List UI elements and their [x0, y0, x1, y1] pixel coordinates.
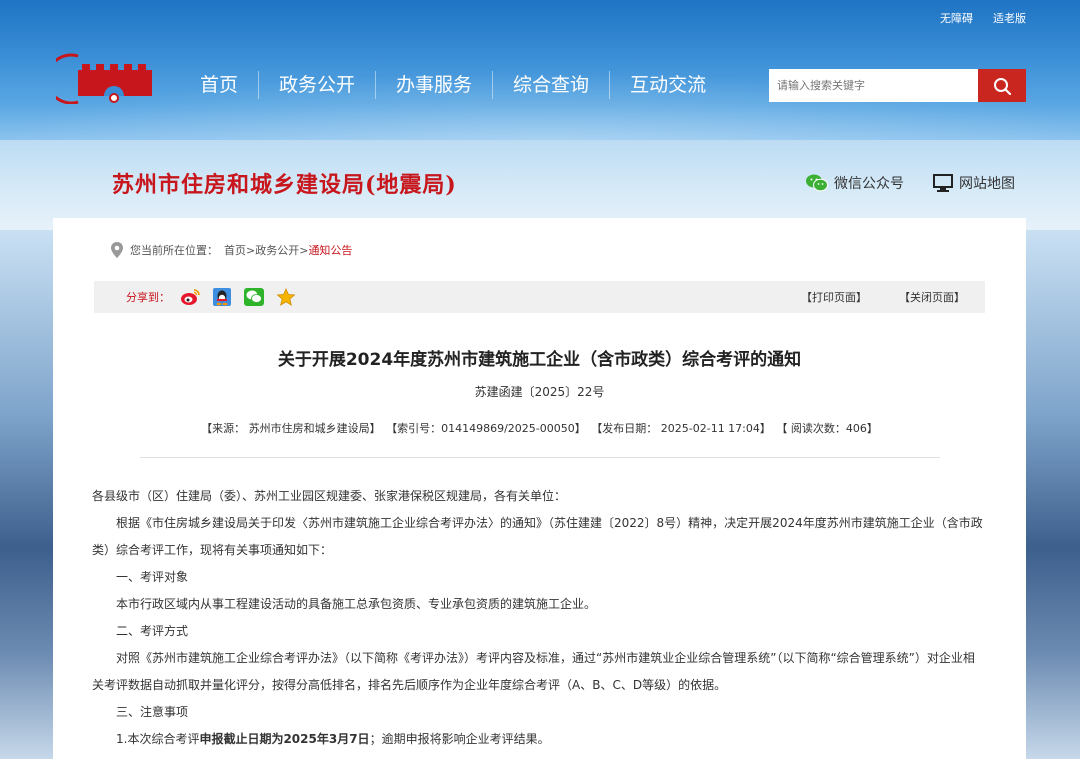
- sitemap-label: 网站地图: [959, 176, 1015, 192]
- section-heading: 三、注意事项: [116, 705, 189, 719]
- breadcrumb-sep: >: [246, 244, 256, 257]
- share-icons: [180, 287, 296, 307]
- meta-views: 【 阅读次数：406】: [776, 422, 878, 435]
- section-heading: 二、考评方式: [116, 624, 189, 638]
- star-icon: [276, 288, 296, 306]
- deadline-text: 申报截止日期为2025年3月7日: [199, 732, 370, 746]
- monitor-icon: [933, 174, 953, 192]
- meta-date: 【发布日期： 2025-02-11 17:04】: [591, 422, 771, 435]
- location-pin-icon: [111, 242, 123, 258]
- breadcrumb-home[interactable]: 首页: [224, 244, 246, 257]
- share-weibo-button[interactable]: [180, 287, 200, 307]
- close-page-button[interactable]: 【关闭页面】: [899, 289, 965, 305]
- share-favorite-button[interactable]: [276, 287, 296, 307]
- paragraph: 对照《苏州市建筑施工企业综合考评办法》（以下简称《考评办法》）考评内容及标准，通…: [92, 651, 975, 692]
- city-wall-logo-icon[interactable]: [56, 52, 156, 104]
- elder-mode-link[interactable]: 适老版: [993, 10, 1026, 26]
- paragraph: 各县级市（区）住建局（委）、苏州工业园区规建委、张家港保税区规建局，各有关单位：: [92, 489, 567, 503]
- article-body: 各县级市（区）住建局（委）、苏州工业园区规建委、张家港保税区规建局，各有关单位：…: [92, 483, 986, 753]
- paragraph: 根据《市住房城乡建设局关于印发〈苏州市建筑施工企业综合考评办法〉的通知》（苏住建…: [92, 516, 983, 557]
- nav-home[interactable]: 首页: [180, 70, 258, 100]
- wechat-link[interactable]: 微信公众号: [806, 173, 904, 193]
- accessibility-link[interactable]: 无障碍: [940, 10, 973, 26]
- paragraph: 1.本次综合考评申报截止日期为2025年3月7日；逾期申报将影响企业考评结果。: [92, 726, 986, 753]
- paragraph-part: ；逾期申报将影响企业考评结果。: [369, 732, 550, 746]
- breadcrumb-section[interactable]: 政务公开: [255, 244, 299, 257]
- paragraph: 本市行政区域内从事工程建设活动的具备施工总承包资质、专业承包资质的建筑施工企业。: [116, 597, 597, 611]
- main-nav: 首页 政务公开 办事服务 综合查询 互动交流: [180, 70, 726, 100]
- city-skyline-right: [1024, 230, 1080, 759]
- nav-services[interactable]: 办事服务: [376, 70, 492, 100]
- search-icon: [994, 77, 1012, 95]
- site-title: 苏州市住房和城乡建设局(地震局): [112, 172, 457, 198]
- breadcrumb: 您当前所在位置： 首页>政务公开>通知公告: [110, 241, 352, 259]
- meta-index: 【索引号：014149869/2025-00050】: [386, 422, 586, 435]
- breadcrumb-prefix: 您当前所在位置：: [130, 244, 218, 257]
- search-input[interactable]: [769, 69, 978, 102]
- wechat-icon: [244, 288, 264, 306]
- nav-gov-affairs[interactable]: 政务公开: [259, 70, 375, 100]
- share-qq-button[interactable]: [212, 287, 232, 307]
- top-links: 无障碍 适老版: [940, 10, 1026, 26]
- nav-query[interactable]: 综合查询: [493, 70, 609, 100]
- sitemap-link[interactable]: 网站地图: [933, 173, 1015, 193]
- divider: [140, 457, 940, 458]
- search-box: [769, 69, 1026, 102]
- paragraph-part: 1.本次综合考评: [116, 732, 200, 746]
- page-actions: 【打印页面】 【关闭页面】: [801, 289, 965, 305]
- breadcrumb-current[interactable]: 通知公告: [308, 244, 352, 257]
- article-meta: 【来源： 苏州市住房和城乡建设局】 【索引号：014149869/2025-00…: [94, 420, 985, 436]
- print-page-button[interactable]: 【打印页面】: [801, 289, 867, 305]
- nav-interaction[interactable]: 互动交流: [610, 70, 726, 100]
- wechat-icon: [806, 174, 828, 192]
- share-wechat-button[interactable]: [244, 287, 264, 307]
- article-title: 关于开展2024年度苏州市建筑施工企业（含市政类）综合考评的通知: [277, 350, 802, 370]
- meta-source: 【来源： 苏州市住房和城乡建设局】: [201, 422, 381, 435]
- city-skyline-left: [0, 230, 60, 759]
- share-label: 分享到：: [126, 291, 170, 304]
- document-number: 苏建函建〔2025〕22号: [474, 385, 605, 399]
- search-button[interactable]: [978, 69, 1026, 102]
- weibo-icon: [181, 289, 200, 305]
- qq-icon: [213, 288, 231, 306]
- share-bar: 分享到： 【打印页面】 【关闭页面】: [94, 281, 985, 313]
- wechat-label: 微信公众号: [834, 176, 904, 192]
- section-heading: 一、考评对象: [116, 570, 189, 584]
